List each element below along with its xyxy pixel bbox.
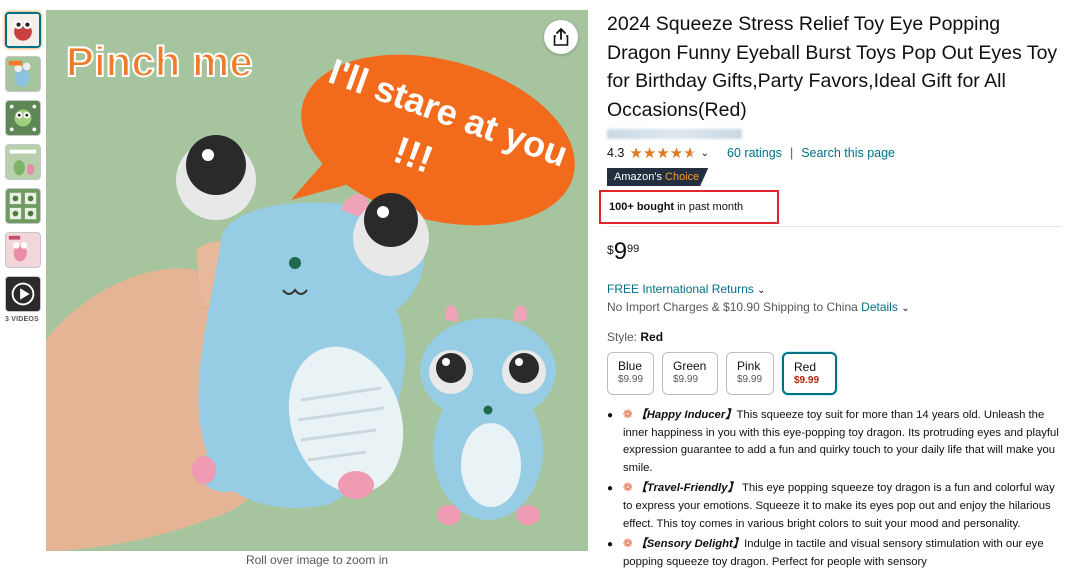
rating-value: 4.3	[607, 146, 625, 160]
thumbnail-2[interactable]	[5, 56, 41, 92]
swatch-green[interactable]: Green $9.99	[662, 352, 718, 395]
videos-count-label[interactable]: 3 VIDEOS	[5, 316, 43, 323]
chevron-down-icon[interactable]: ⌄	[901, 303, 909, 314]
price: $ 9 99	[607, 240, 1067, 264]
thumbnail-6[interactable]	[5, 232, 41, 268]
thumbnail-strip: 3 VIDEOS	[5, 12, 43, 323]
bullet-heading: 【Happy Inducer】	[635, 409, 737, 421]
swatch-name: Red	[794, 360, 817, 374]
shipping-details-link[interactable]: Details	[861, 300, 898, 314]
chevron-down-icon[interactable]: ⌄	[701, 148, 709, 159]
flower-icon: ❁	[623, 538, 633, 551]
chevron-down-icon[interactable]: ⌄	[757, 285, 765, 296]
swatch-name: Pink	[737, 359, 761, 373]
style-label-value: Red	[640, 330, 664, 344]
bought-count: 100+ bought	[609, 201, 675, 213]
thumbnail-video[interactable]	[5, 276, 41, 312]
bought-past-month-highlight: 100+ bought in past month	[599, 190, 779, 224]
bullet-item: ● ❁ 【Sensory Delight】Indulge in tactile a…	[607, 536, 1067, 571]
returns-link[interactable]: FREE International Returns	[607, 282, 754, 296]
swatch-pink[interactable]: Pink $9.99	[726, 352, 774, 395]
store-link-blurred[interactable]	[607, 129, 742, 139]
price-whole: 9	[613, 238, 628, 265]
price-fraction: 99	[627, 243, 640, 255]
shipping-info: No Import Charges & $10.90 Shipping to C…	[607, 300, 1067, 314]
bullet-item: ● ❁ 【Happy Inducer】This squeeze toy suit …	[607, 407, 1067, 477]
bullet-dot: ●	[607, 539, 614, 551]
swatch-blue[interactable]: Blue $9.99	[607, 352, 654, 395]
thumbnail-4[interactable]	[5, 144, 41, 180]
returns-info[interactable]: FREE International Returns ⌄	[607, 282, 1067, 296]
product-details: 2024 Squeeze Stress Relief Toy Eye Poppi…	[599, 10, 1067, 574]
share-icon	[553, 28, 569, 46]
style-swatches: Blue $9.99 Green $9.99 Pink $9.99 Red $9…	[607, 352, 1067, 395]
thumbnail-1[interactable]	[5, 12, 41, 48]
share-button[interactable]	[544, 20, 578, 54]
bullet-dot: ●	[607, 410, 614, 421]
bullet-heading: 【Travel-Friendly】	[635, 482, 739, 495]
flower-icon: ❁	[623, 409, 633, 421]
swatch-red-selected[interactable]: Red $9.99	[782, 352, 837, 395]
style-label-key: Style:	[607, 330, 638, 344]
swatch-price: $9.99	[618, 374, 644, 385]
swatch-price: $9.99	[673, 374, 699, 385]
badge-accent: Choice	[665, 171, 700, 183]
bullet-heading: 【Sensory Delight】	[635, 538, 745, 551]
dragon-toy-illustration: Pinch me I'll stare at you !!!	[46, 10, 588, 551]
flower-icon: ❁	[623, 482, 633, 495]
swatch-price: $9.99	[737, 374, 763, 385]
pinch-caption: Pinch me	[66, 38, 253, 85]
divider	[607, 226, 1062, 227]
shipping-text: No Import Charges & $10.90 Shipping to C…	[607, 300, 858, 314]
product-title: 2024 Squeeze Stress Relief Toy Eye Poppi…	[607, 13, 1058, 121]
thumbnail-3[interactable]	[5, 100, 41, 136]
swatch-price: $9.99	[794, 375, 820, 386]
bullet-dot: ●	[607, 483, 614, 495]
amazons-choice-badge[interactable]: Amazon's Choice	[607, 168, 709, 186]
swatch-name: Green	[673, 359, 707, 373]
style-label: Style: Red	[607, 330, 1067, 344]
main-product-image[interactable]: Pinch me I'll stare at you !!!	[46, 10, 588, 551]
price-symbol: $	[607, 243, 614, 257]
separator: |	[789, 146, 794, 160]
ratings-count-link[interactable]: 60 ratings	[727, 146, 782, 160]
zoom-hint: Roll over image to zoom in	[245, 553, 389, 567]
thumbnail-5[interactable]	[5, 188, 41, 224]
star-rating-icon[interactable]: ★★★★★	[629, 144, 696, 162]
bullet-item: ● ❁ 【Travel-Friendly】 This eye popping sq…	[607, 480, 1067, 533]
feature-bullets: ● ❁ 【Happy Inducer】This squeeze toy suit …	[607, 407, 1067, 571]
bought-period: in past month	[677, 201, 744, 213]
badge-prefix: Amazon's	[614, 171, 662, 183]
swatch-name: Blue	[618, 359, 643, 373]
search-page-link[interactable]: Search this page	[801, 146, 895, 160]
rating-row: 4.3 ★★★★★ ⌄ 60 ratings | Search this pag…	[607, 144, 1067, 162]
